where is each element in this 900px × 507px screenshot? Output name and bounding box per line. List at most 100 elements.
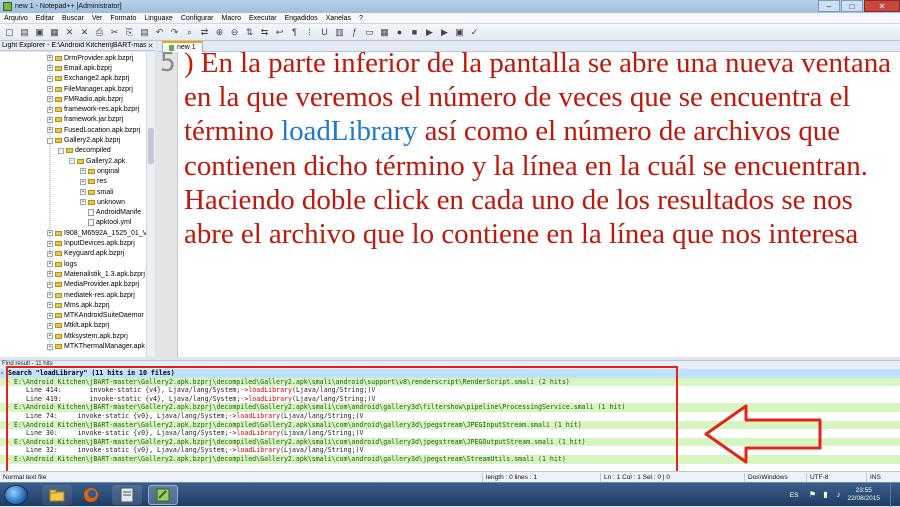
expand-icon[interactable]: + xyxy=(47,292,53,299)
print-icon[interactable]: ⎙ xyxy=(93,26,106,39)
expand-icon[interactable]: + xyxy=(47,261,53,268)
expand-icon[interactable]: + xyxy=(80,168,86,175)
tree-item[interactable]: + Email.apk.bzprj xyxy=(47,63,112,73)
collapse-icon[interactable]: - xyxy=(6,378,14,387)
collapse-icon[interactable]: - xyxy=(6,403,14,412)
save-macro-icon[interactable]: ▣ xyxy=(453,26,466,39)
cut-icon[interactable]: ✂ xyxy=(108,26,121,39)
menu-item-8[interactable]: Executar xyxy=(245,15,281,22)
close-button[interactable]: ✕ xyxy=(864,0,900,12)
tree-item[interactable]: + MediaProvider.apk.bzprj xyxy=(47,280,139,290)
expand-icon[interactable]: + xyxy=(47,343,53,350)
tree-item[interactable]: + original xyxy=(80,166,120,176)
menu-item-5[interactable]: Linguaxe xyxy=(140,15,176,22)
volume-icon[interactable]: ♪ xyxy=(834,491,842,499)
start-button[interactable] xyxy=(4,485,28,505)
expand-icon[interactable]: + xyxy=(80,189,86,196)
tree-item[interactable]: apktool.yml xyxy=(80,218,131,228)
tree-item[interactable]: + FMRadio.apk.bzprj xyxy=(47,94,123,104)
maximize-button[interactable]: □ xyxy=(841,0,863,12)
save-all-icon[interactable]: ▦ xyxy=(48,26,61,39)
menu-item-3[interactable]: Ver xyxy=(88,15,107,22)
tree-item[interactable]: + Mtklt.apk.bzprj xyxy=(47,321,109,331)
tree-item[interactable]: + Exchange2.apk.bzprj xyxy=(47,74,129,84)
expand-icon[interactable]: + xyxy=(47,302,53,309)
expand-icon[interactable]: + xyxy=(80,199,86,206)
clock[interactable]: 23:55 22/08/2015 xyxy=(847,487,880,503)
tree-item[interactable]: + MTKAndroidSuiteDaemor xyxy=(47,311,144,321)
collapse-icon[interactable]: - xyxy=(47,137,53,144)
expand-icon[interactable]: + xyxy=(47,333,53,340)
expand-icon[interactable]: + xyxy=(47,230,53,237)
menu-item-2[interactable]: Buscar xyxy=(58,15,88,22)
result-line-row[interactable]: Line 414: invoke-static {v4}, Ljava/lang… xyxy=(0,386,900,395)
expand-icon[interactable]: + xyxy=(80,178,86,185)
tree-item[interactable]: + mediatek-res.apk.bzprj xyxy=(47,290,135,300)
tree-item[interactable]: + MTKThermalManager.apk xyxy=(47,341,145,351)
expand-icon[interactable]: + xyxy=(47,322,53,329)
monitor-icon[interactable]: ▦ xyxy=(378,26,391,39)
language-indicator[interactable]: ES xyxy=(790,492,799,499)
expand-icon[interactable]: + xyxy=(47,240,53,247)
expand-icon[interactable]: + xyxy=(47,96,53,103)
collapse-icon[interactable]: - xyxy=(69,158,75,165)
editor-area[interactable]: 5 ) En la parte inferior de la pantalla … xyxy=(158,47,900,357)
expand-icon[interactable]: + xyxy=(47,86,53,93)
tree-item[interactable]: + framework.jar.bzprj xyxy=(47,115,123,125)
explorer-scrollbar[interactable] xyxy=(146,52,155,357)
expand-icon[interactable]: + xyxy=(47,116,53,123)
open-file-icon[interactable]: ▤ xyxy=(18,26,31,39)
tree-item[interactable]: + Materialistik_1.3.apk.bzprj xyxy=(47,269,145,279)
tree-item[interactable]: - decompiled xyxy=(58,146,111,156)
expand-icon[interactable]: + xyxy=(47,250,53,257)
tree-item[interactable]: + framework-res.apk.bzprj xyxy=(47,105,139,115)
show-desktop-button[interactable] xyxy=(890,483,900,507)
doc-map-icon[interactable]: ▥ xyxy=(333,26,346,39)
menu-item-9[interactable]: Engadidos xyxy=(281,15,322,22)
stop-icon[interactable]: ■ xyxy=(408,26,421,39)
close-icon[interactable]: ✕ xyxy=(63,26,76,39)
new-file-icon[interactable]: ▢ xyxy=(3,26,16,39)
expand-icon[interactable]: + xyxy=(47,75,53,82)
expand-icon[interactable]: + xyxy=(47,55,53,62)
close-all-icon[interactable]: ✕ xyxy=(78,26,91,39)
collapse-icon[interactable]: - xyxy=(0,369,8,378)
tree-item[interactable]: - Gallery2.apk.bzprj xyxy=(47,135,120,145)
tree-item[interactable]: + InputDevices.apk.bzprj xyxy=(47,238,135,248)
expand-icon[interactable]: + xyxy=(47,106,53,113)
expand-icon[interactable]: + xyxy=(47,127,53,134)
menu-item-6[interactable]: Configurar xyxy=(177,15,218,22)
menu-item-0[interactable]: Arquivo xyxy=(0,15,32,22)
expand-icon[interactable]: + xyxy=(47,65,53,72)
indent-guide-icon[interactable]: ⁞ xyxy=(303,26,316,39)
menu-item-1[interactable]: Editar xyxy=(32,15,58,22)
spellcheck-icon[interactable]: ✓ xyxy=(468,26,481,39)
firefox-taskbar-icon[interactable] xyxy=(76,485,106,505)
redo-icon[interactable]: ↷ xyxy=(168,26,181,39)
expand-icon[interactable]: + xyxy=(47,281,53,288)
folder-workspace-icon[interactable]: ▭ xyxy=(363,26,376,39)
tree-item[interactable]: + unknown xyxy=(80,197,125,207)
tree-item[interactable]: + Mms.apk.bzprj xyxy=(47,300,110,310)
menu-item-7[interactable]: Macro xyxy=(218,15,245,22)
zoom-out-icon[interactable]: ⊖ xyxy=(228,26,241,39)
collapse-icon[interactable]: - xyxy=(6,438,14,447)
wrap-icon[interactable]: ↩ xyxy=(273,26,286,39)
zoom-in-icon[interactable]: ⊕ xyxy=(213,26,226,39)
copy-icon[interactable]: ⎘ xyxy=(123,26,136,39)
all-chars-icon[interactable]: ¶ xyxy=(288,26,301,39)
minimize-button[interactable]: – xyxy=(818,0,840,12)
sync-v-icon[interactable]: ⇅ xyxy=(243,26,256,39)
tree-item[interactable]: AndroidManife xyxy=(80,208,141,218)
app-taskbar-icon[interactable] xyxy=(112,485,142,505)
tree-item[interactable]: + Mtksystem.apk.bzprj xyxy=(47,331,128,341)
collapse-icon[interactable]: - xyxy=(6,455,14,464)
expand-icon[interactable]: + xyxy=(47,312,53,319)
tree-item[interactable]: + FileManager.apk.bzprj xyxy=(47,84,133,94)
explorer-close-icon[interactable]: ✕ xyxy=(146,42,155,50)
find-icon[interactable]: ⌕ xyxy=(183,26,196,39)
tree-item[interactable]: + I908_M6592A_1525_01_V31 xyxy=(47,228,154,238)
tree-item[interactable]: + res xyxy=(80,177,107,187)
menu-item-10[interactable]: Xanelas xyxy=(322,15,355,22)
tree-item[interactable]: + logs xyxy=(47,259,77,269)
